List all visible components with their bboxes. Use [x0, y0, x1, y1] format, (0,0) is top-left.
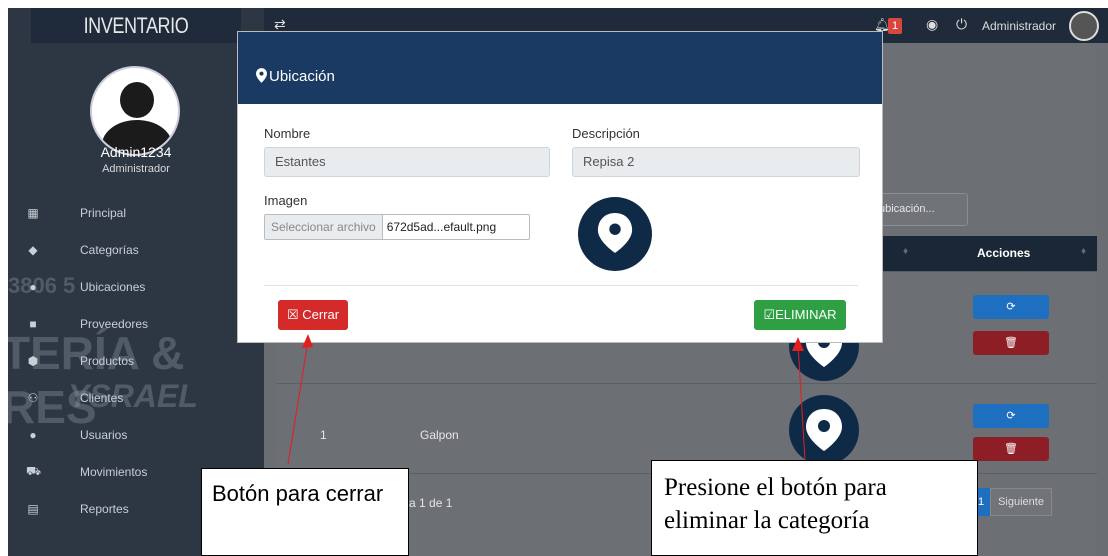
- app-window: 3806 5 TERÍA & RES YSRAEL INVENTARIO Adm…: [8, 8, 1108, 556]
- annotation-delete-note: Presione el botón para eliminar la categ…: [651, 460, 978, 556]
- annotation-close-note: Botón para cerrar: [201, 468, 409, 556]
